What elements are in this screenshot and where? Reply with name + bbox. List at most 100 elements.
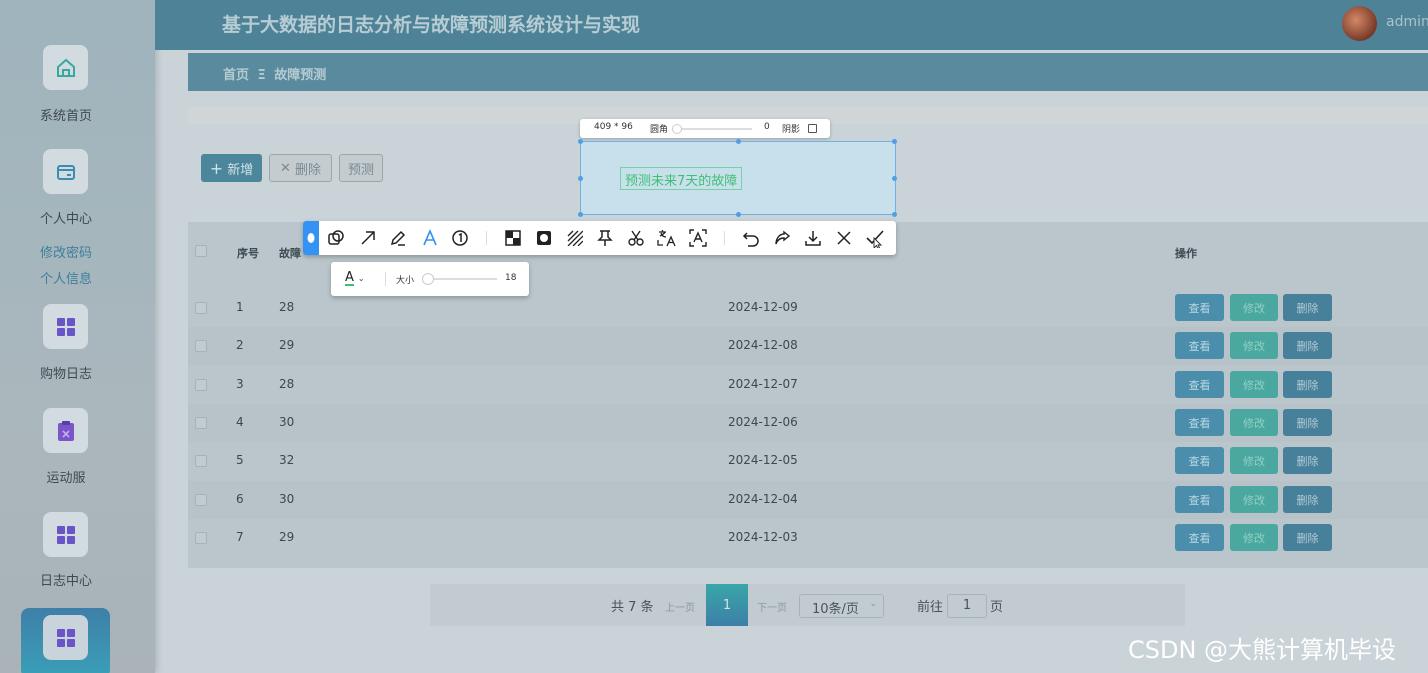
delete-row-button[interactable]: 删除 <box>1283 524 1332 551</box>
row-checkbox[interactable] <box>195 340 207 352</box>
sidebar-item-sportswear[interactable]: 运动服 <box>0 467 132 486</box>
view-button[interactable]: 查看 <box>1175 486 1224 513</box>
clipboard-icon[interactable] <box>43 408 88 453</box>
add-button[interactable]: + 新增 <box>201 154 262 182</box>
delete-row-button[interactable]: 删除 <box>1283 332 1332 359</box>
pin-window-icon[interactable] <box>595 228 615 248</box>
font-color-picker[interactable]: A ⌄ <box>345 271 365 286</box>
avatar[interactable] <box>1342 6 1377 41</box>
table-row: 6 30 2024-12-04 查看 修改 删除 <box>188 481 1428 519</box>
row-date: 2024-12-07 <box>728 377 798 391</box>
row-checkbox[interactable] <box>195 532 207 544</box>
username[interactable]: admin <box>1386 14 1428 30</box>
resize-handle[interactable] <box>892 212 897 217</box>
mosaic-icon[interactable] <box>503 228 523 248</box>
row-index: 7 <box>236 530 244 544</box>
ocr-icon[interactable] <box>688 228 708 248</box>
resize-handle[interactable] <box>892 176 897 181</box>
row-fault: 28 <box>279 377 295 391</box>
sidebar-item-log-center[interactable]: 日志中心 <box>0 570 132 589</box>
resize-handle[interactable] <box>736 139 741 144</box>
table-row: 5 32 2024-12-05 查看 修改 删除 <box>188 442 1428 480</box>
text-tool-icon[interactable] <box>420 228 440 248</box>
delete-row-button[interactable]: 删除 <box>1283 447 1332 474</box>
watermark: CSDN @大熊计算机毕设 <box>1128 636 1397 664</box>
edit-button[interactable]: 修改 <box>1230 294 1278 321</box>
grid-icon[interactable] <box>43 304 88 349</box>
blur-icon[interactable] <box>534 228 554 248</box>
number-marker-icon[interactable] <box>450 228 470 248</box>
radius-value: 0 <box>764 122 770 132</box>
pin-icon[interactable] <box>303 221 319 255</box>
view-button[interactable]: 查看 <box>1175 332 1224 359</box>
resize-handle[interactable] <box>736 212 741 217</box>
edit-button[interactable]: 修改 <box>1230 447 1278 474</box>
sidebar-subitem-personal-info[interactable]: 个人信息 <box>40 268 92 287</box>
edit-button[interactable]: 修改 <box>1230 332 1278 359</box>
edit-button[interactable]: 修改 <box>1230 371 1278 398</box>
font-size-slider[interactable] <box>421 273 497 285</box>
delete-row-button[interactable]: 删除 <box>1283 371 1332 398</box>
confirm-check-icon[interactable] <box>865 228 885 248</box>
add-button-label: 新增 <box>227 162 254 178</box>
view-button[interactable]: 查看 <box>1175 524 1224 551</box>
shape-icon[interactable] <box>326 228 346 248</box>
view-button[interactable]: 查看 <box>1175 371 1224 398</box>
resize-handle[interactable] <box>578 139 583 144</box>
page-size-select[interactable]: 10条/页 ⌄ <box>799 594 884 618</box>
sidebar: 系统首页 个人中心 修改密码 个人信息 购物日志 运动服 日志中心 <box>0 0 155 673</box>
annotation-text[interactable]: 预测未来7天的故障 <box>620 167 743 190</box>
row-checkbox[interactable] <box>195 379 207 391</box>
resize-handle[interactable] <box>578 212 583 217</box>
sidebar-item-home[interactable]: 系统首页 <box>0 105 132 124</box>
shadow-checkbox[interactable] <box>808 124 817 133</box>
delete-row-button[interactable]: 删除 <box>1283 294 1332 321</box>
edit-button[interactable]: 修改 <box>1230 486 1278 513</box>
wallet-icon[interactable] <box>43 149 88 194</box>
view-button[interactable]: 查看 <box>1175 294 1224 321</box>
resize-handle[interactable] <box>892 139 897 144</box>
view-button[interactable]: 查看 <box>1175 447 1224 474</box>
row-checkbox[interactable] <box>195 494 207 506</box>
home-icon[interactable] <box>43 45 88 90</box>
predict-button[interactable]: 预测 <box>339 154 383 182</box>
close-icon[interactable] <box>834 228 854 248</box>
delete-button-label: 删除 <box>294 162 321 178</box>
close-icon: ✕ <box>280 160 291 176</box>
breadcrumb-home[interactable]: 首页 <box>223 68 249 83</box>
grid-icon[interactable] <box>43 512 88 557</box>
delete-row-button[interactable]: 删除 <box>1283 409 1332 436</box>
prev-page-button[interactable]: 上一页 <box>665 599 695 614</box>
sidebar-item-personal-center[interactable]: 个人中心 <box>0 208 132 227</box>
edit-button[interactable]: 修改 <box>1230 409 1278 436</box>
row-checkbox[interactable] <box>195 302 207 314</box>
sidebar-item-shopping-log[interactable]: 购物日志 <box>0 363 132 382</box>
next-page-button[interactable]: 下一页 <box>757 599 787 614</box>
goto-page-input[interactable]: 1 <box>947 594 987 618</box>
delete-button[interactable]: ✕ 删除 <box>269 154 332 182</box>
edit-button[interactable]: 修改 <box>1230 524 1278 551</box>
select-all-checkbox[interactable] <box>195 245 207 257</box>
table-row: 7 29 2024-12-03 查看 修改 删除 <box>188 519 1428 557</box>
translate-icon[interactable] <box>657 228 677 248</box>
row-checkbox[interactable] <box>195 417 207 429</box>
resize-handle[interactable] <box>578 176 583 181</box>
view-button[interactable]: 查看 <box>1175 409 1224 436</box>
download-icon[interactable] <box>803 228 823 248</box>
radius-slider-thumb[interactable] <box>672 124 682 134</box>
sidebar-item-active[interactable] <box>21 608 110 673</box>
hatch-icon[interactable] <box>565 228 585 248</box>
font-size-slider-thumb[interactable] <box>421 273 434 285</box>
delete-row-button[interactable]: 删除 <box>1283 486 1332 513</box>
undo-icon[interactable] <box>741 228 761 248</box>
page-number-current[interactable]: 1 <box>706 584 748 626</box>
scissors-icon[interactable] <box>626 228 646 248</box>
page-size-value: 10条/页 <box>812 602 859 617</box>
row-checkbox[interactable] <box>195 455 207 467</box>
pencil-icon[interactable] <box>388 228 408 248</box>
table-row: 4 30 2024-12-06 查看 修改 删除 <box>188 404 1428 442</box>
redo-icon[interactable] <box>772 228 792 248</box>
arrow-icon[interactable] <box>358 228 378 248</box>
radius-slider[interactable] <box>672 124 752 134</box>
sidebar-subitem-change-password[interactable]: 修改密码 <box>40 242 92 261</box>
